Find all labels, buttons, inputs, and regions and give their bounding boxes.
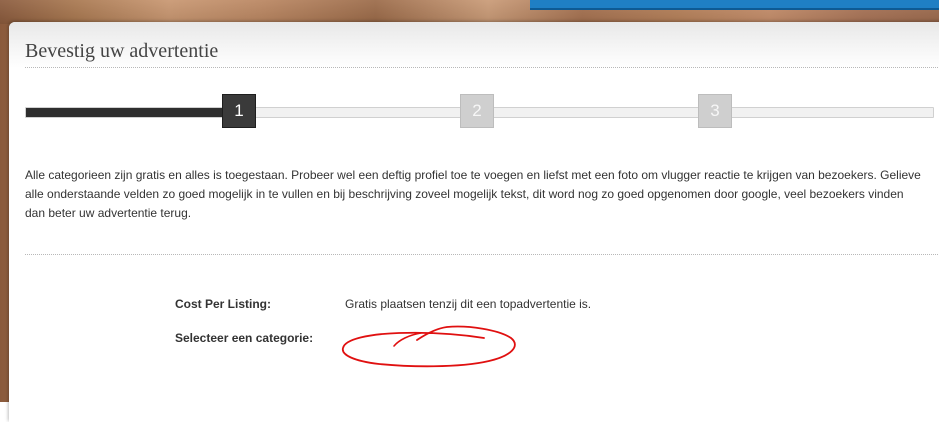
page-title: Bevestig uw advertentie bbox=[25, 40, 219, 62]
step-3[interactable]: 3 bbox=[698, 94, 732, 128]
category-label: Selecteer een categorie: bbox=[175, 331, 314, 345]
cost-per-listing-label: Cost Per Listing: bbox=[175, 297, 272, 311]
content-panel: Bevestig uw advertentie 1 2 3 Alle categ… bbox=[9, 22, 939, 422]
title-divider bbox=[25, 67, 939, 68]
scribble-stroke bbox=[342, 325, 516, 368]
progress-fill bbox=[26, 108, 226, 117]
step-2[interactable]: 2 bbox=[460, 94, 494, 128]
section-divider bbox=[25, 254, 939, 255]
step-progress: 1 2 3 bbox=[25, 94, 939, 130]
cost-per-listing-value: Gratis plaatsen tenzij dit een topadvert… bbox=[345, 297, 592, 311]
intro-text: Alle categorieen zijn gratis en alles is… bbox=[25, 168, 921, 220]
header-accent-bar bbox=[530, 0, 939, 10]
red-annotation-scribble bbox=[342, 325, 516, 368]
step-1[interactable]: 1 bbox=[222, 94, 256, 128]
